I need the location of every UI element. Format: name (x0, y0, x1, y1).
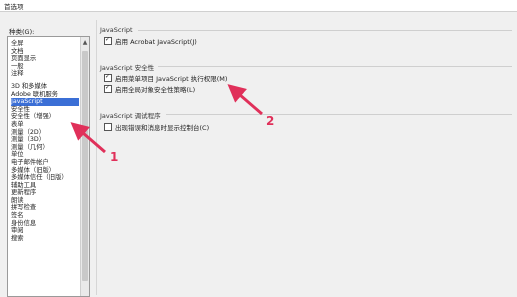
annotation-label-1: 1 (110, 150, 119, 164)
annotation-arrow-1 (70, 122, 106, 154)
annotation-overlay (70, 84, 263, 154)
annotation-label-2: 2 (266, 114, 275, 128)
annotation-arrow-2 (227, 84, 263, 116)
